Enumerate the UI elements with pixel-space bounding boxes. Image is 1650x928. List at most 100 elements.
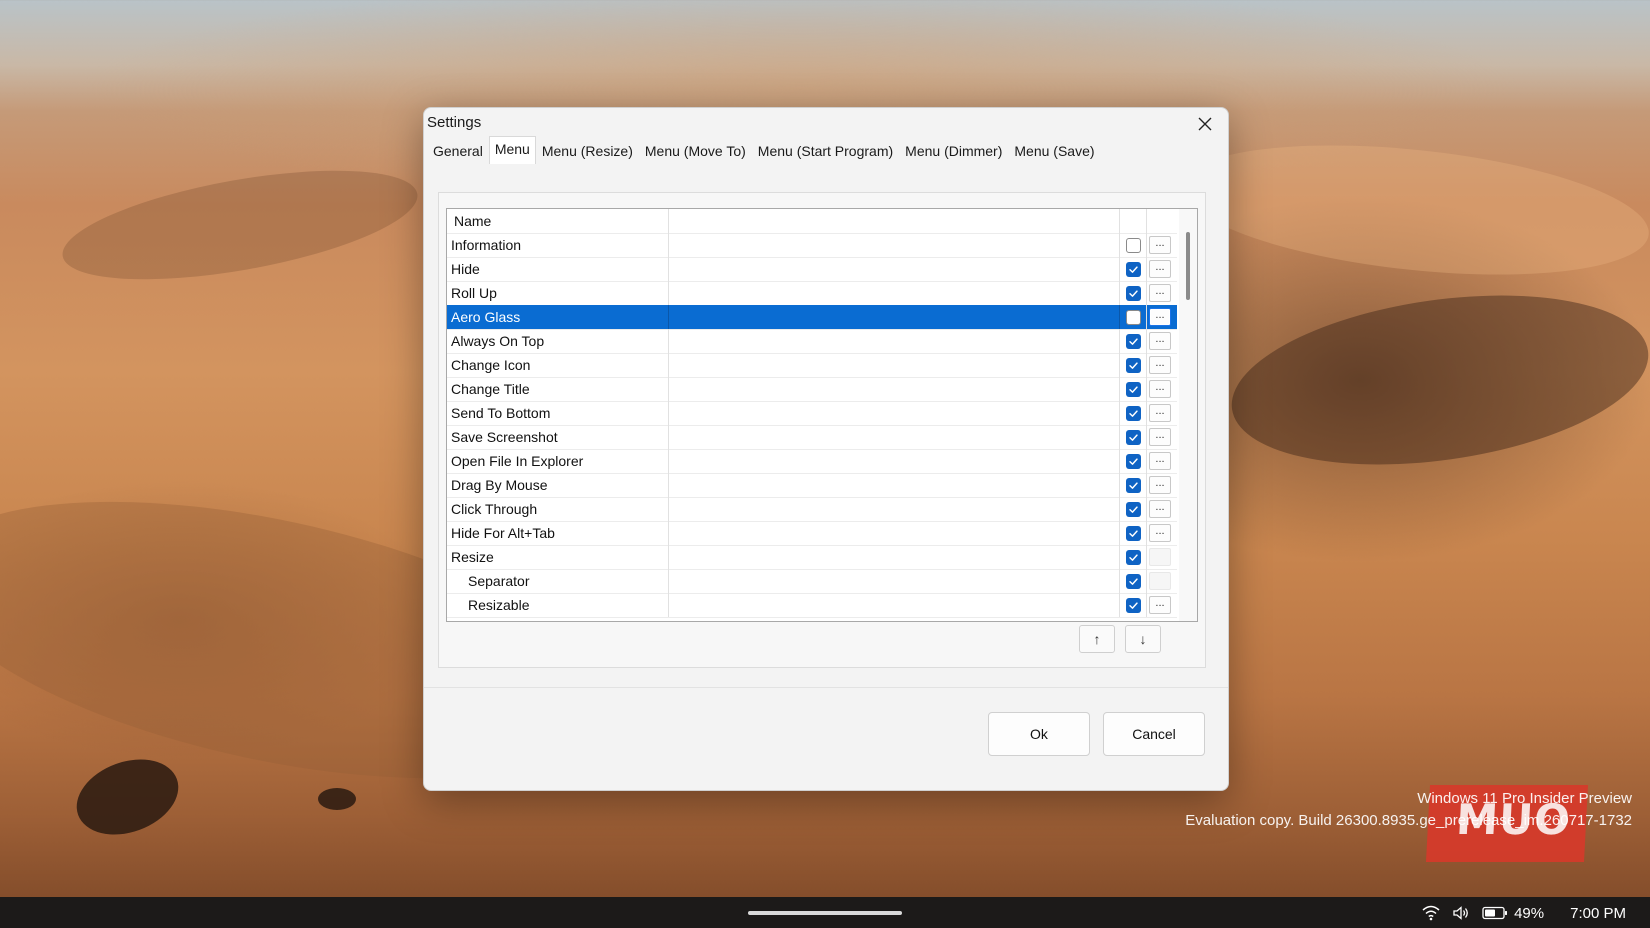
menu-item-checkbox[interactable] xyxy=(1125,525,1141,541)
menu-item-name[interactable]: Change Title xyxy=(447,377,669,401)
menu-item-value-cell[interactable] xyxy=(669,329,1120,353)
menu-item-value-cell[interactable] xyxy=(669,545,1120,569)
menu-item-value-cell[interactable] xyxy=(669,593,1120,617)
menu-item-value-cell[interactable] xyxy=(669,497,1120,521)
menu-item-value-cell[interactable] xyxy=(669,281,1120,305)
wifi-icon[interactable] xyxy=(1422,905,1440,921)
menu-item-checkbox[interactable] xyxy=(1125,333,1141,349)
menu-item-row[interactable]: Drag By Mouse... xyxy=(447,473,1177,498)
menu-item-value-cell[interactable] xyxy=(669,473,1120,497)
menu-item-value-cell[interactable] xyxy=(669,425,1120,449)
close-button[interactable] xyxy=(1182,108,1228,140)
menu-items-grid[interactable]: Name Information... Hide... Roll Up... Aero… xyxy=(446,208,1198,622)
menu-item-value-cell[interactable] xyxy=(669,353,1120,377)
menu-item-row[interactable]: Roll Up... xyxy=(447,281,1177,306)
menu-item-checkbox[interactable] xyxy=(1125,597,1141,613)
menu-item-name[interactable]: Resize xyxy=(447,545,669,569)
move-down-button[interactable]: ↓ xyxy=(1125,625,1161,653)
tab-menu-start-program[interactable]: Menu (Start Program) xyxy=(752,138,899,163)
menu-item-checkbox[interactable] xyxy=(1125,429,1141,445)
menu-item-name[interactable]: Click Through xyxy=(447,497,669,521)
tab-menu-move-to[interactable]: Menu (Move To) xyxy=(639,138,752,163)
home-indicator[interactable] xyxy=(748,911,902,915)
menu-item-options-button[interactable]: ... xyxy=(1149,260,1171,278)
menu-item-name[interactable]: Separator xyxy=(447,569,669,593)
menu-item-name[interactable]: Change Icon xyxy=(447,353,669,377)
menu-item-options-button[interactable]: ... xyxy=(1149,428,1171,446)
menu-item-row[interactable]: Send To Bottom... xyxy=(447,401,1177,426)
menu-item-checkbox[interactable] xyxy=(1125,573,1141,589)
menu-item-options-button[interactable]: ... xyxy=(1149,332,1171,350)
menu-item-row[interactable]: Change Icon... xyxy=(447,353,1177,378)
clock[interactable]: 7:00 PM xyxy=(1570,905,1626,922)
menu-item-value-cell[interactable] xyxy=(669,377,1120,401)
menu-item-row[interactable]: Always On Top... xyxy=(447,329,1177,354)
menu-item-value-cell[interactable] xyxy=(669,401,1120,425)
menu-item-checkbox[interactable] xyxy=(1125,237,1141,253)
menu-item-options-button[interactable]: ... xyxy=(1149,236,1171,254)
menu-item-value-cell[interactable] xyxy=(669,233,1120,257)
menu-item-checkbox[interactable] xyxy=(1125,453,1141,469)
menu-item-options-button[interactable]: ... xyxy=(1149,524,1171,542)
menu-item-row[interactable]: Save Screenshot... xyxy=(447,425,1177,450)
menu-item-options-cell: ... xyxy=(1147,305,1173,329)
menu-item-options-button[interactable]: ... xyxy=(1149,596,1171,614)
menu-item-row[interactable]: Hide For Alt+Tab... xyxy=(447,521,1177,546)
tab-menu[interactable]: Menu xyxy=(488,136,536,164)
menu-item-checkbox[interactable] xyxy=(1125,405,1141,421)
menu-item-value-cell[interactable] xyxy=(669,449,1120,473)
menu-item-options-button[interactable]: ... xyxy=(1149,356,1171,374)
menu-item-name[interactable]: Hide For Alt+Tab xyxy=(447,521,669,545)
menu-item-name[interactable]: Send To Bottom xyxy=(447,401,669,425)
menu-item-options-button[interactable]: ... xyxy=(1149,452,1171,470)
grid-scrollbar[interactable] xyxy=(1179,209,1197,621)
menu-item-options-button[interactable]: ... xyxy=(1149,476,1171,494)
tab-general[interactable]: General xyxy=(427,138,489,163)
menu-item-row[interactable]: Separator xyxy=(447,569,1177,594)
menu-item-name[interactable]: Hide xyxy=(447,257,669,281)
menu-item-row[interactable]: Resizable... xyxy=(447,593,1177,618)
menu-item-name[interactable]: Open File In Explorer xyxy=(447,449,669,473)
menu-item-checkbox[interactable] xyxy=(1125,381,1141,397)
menu-item-row[interactable]: Change Title... xyxy=(447,377,1177,402)
menu-item-row[interactable]: Click Through... xyxy=(447,497,1177,522)
menu-item-name[interactable]: Drag By Mouse xyxy=(447,473,669,497)
menu-item-checkbox[interactable] xyxy=(1125,549,1141,565)
battery-indicator[interactable]: 49% xyxy=(1482,905,1544,922)
column-header-name[interactable]: Name xyxy=(447,209,669,233)
menu-item-name[interactable]: Aero Glass xyxy=(447,305,669,329)
menu-item-options-button[interactable]: ... xyxy=(1149,500,1171,518)
menu-item-name[interactable]: Resizable xyxy=(447,593,669,617)
menu-item-row[interactable]: Open File In Explorer... xyxy=(447,449,1177,474)
menu-item-row[interactable]: Hide... xyxy=(447,257,1177,282)
scrollbar-thumb[interactable] xyxy=(1186,232,1190,300)
menu-item-name[interactable]: Save Screenshot xyxy=(447,425,669,449)
menu-item-name[interactable]: Roll Up xyxy=(447,281,669,305)
menu-item-checkbox[interactable] xyxy=(1125,357,1141,373)
tab-menu-resize[interactable]: Menu (Resize) xyxy=(536,138,639,163)
menu-item-row[interactable]: Aero Glass... xyxy=(447,305,1177,330)
menu-item-checkbox[interactable] xyxy=(1125,309,1141,325)
menu-item-value-cell[interactable] xyxy=(669,569,1120,593)
menu-item-options-button[interactable]: ... xyxy=(1149,380,1171,398)
menu-item-value-cell[interactable] xyxy=(669,305,1120,329)
menu-item-checkbox[interactable] xyxy=(1125,285,1141,301)
menu-item-row[interactable]: Resize xyxy=(447,545,1177,570)
menu-item-options-button[interactable]: ... xyxy=(1149,404,1171,422)
menu-item-checkbox[interactable] xyxy=(1125,477,1141,493)
menu-item-options-button[interactable]: ... xyxy=(1149,284,1171,302)
tab-menu-dimmer[interactable]: Menu (Dimmer) xyxy=(899,138,1008,163)
menu-item-checkbox[interactable] xyxy=(1125,501,1141,517)
menu-item-options-button[interactable]: ... xyxy=(1149,308,1171,326)
menu-item-value-cell[interactable] xyxy=(669,521,1120,545)
menu-item-name[interactable]: Information xyxy=(447,233,669,257)
move-up-button[interactable]: ↑ xyxy=(1079,625,1115,653)
menu-item-name[interactable]: Always On Top xyxy=(447,329,669,353)
cancel-button[interactable]: Cancel xyxy=(1103,712,1205,756)
menu-item-row[interactable]: Information... xyxy=(447,233,1177,258)
menu-item-checkbox[interactable] xyxy=(1125,261,1141,277)
volume-icon[interactable] xyxy=(1452,905,1470,921)
tab-menu-save[interactable]: Menu (Save) xyxy=(1008,138,1100,163)
menu-item-value-cell[interactable] xyxy=(669,257,1120,281)
ok-button[interactable]: Ok xyxy=(988,712,1090,756)
